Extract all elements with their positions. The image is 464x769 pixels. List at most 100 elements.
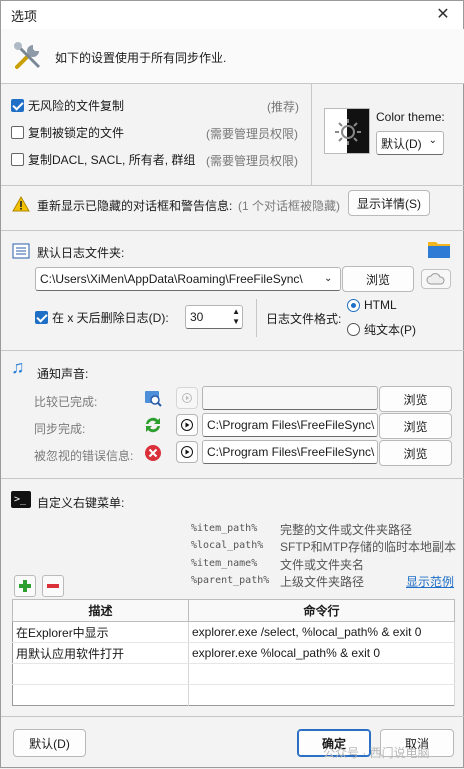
cloud-icon[interactable]	[421, 269, 451, 289]
log-folder-title: 默认日志文件夹:	[37, 246, 125, 260]
color-theme-select[interactable]: 默认(D) ⌄	[376, 131, 444, 155]
color-theme-label: Color theme:	[376, 110, 445, 124]
music-note-icon: ♫	[11, 357, 25, 377]
play-icon	[181, 446, 193, 458]
log-section: 默认日志文件夹: C:\Users\XiMen\AppData\Roaming\…	[1, 230, 464, 346]
color-theme-value: 默认(D)	[381, 136, 422, 151]
macro-desc: SFTP和MTP存储的临时本地副本	[280, 540, 456, 554]
header-section: 如下的设置使用于所有同步作业.	[1, 29, 464, 83]
watermark-text: 公众号 · 西门说电脑	[323, 746, 430, 760]
checkbox-delete-logs[interactable]	[35, 311, 48, 324]
header-description: 如下的设置使用于所有同步作业.	[55, 51, 227, 65]
error-icon	[145, 445, 161, 461]
divider	[256, 299, 257, 337]
options-dialog: 选项 ✕ 如下的设置使用于所有同步作业. 无风险的文件复制 (推荐) 复制被锁定…	[0, 0, 464, 768]
option-copy-locked[interactable]: 复制被锁定的文件	[11, 124, 124, 141]
table-cell[interactable]: 用默认应用软件打开	[12, 642, 189, 664]
terminal-icon: >_	[11, 491, 31, 508]
context-menu-title: 自定义右键菜单:	[37, 496, 125, 510]
option-label: 复制DACL, SACL, 所有者, 群组	[28, 153, 196, 167]
checkbox-copy-permissions[interactable]	[11, 153, 24, 166]
play-compare-sound-button[interactable]	[176, 387, 198, 409]
radio-html[interactable]	[347, 298, 360, 312]
sound-label-sync: 同步完成:	[34, 422, 86, 436]
column-header-command[interactable]: 命令行	[188, 599, 455, 622]
warnings-section: 重新显示已隐藏的对话框和警告信息: (1 个对话框被隐藏) 显示详情(S)	[1, 185, 464, 223]
format-html-label: HTML	[364, 298, 397, 312]
option-hint: (需要管理员权限)	[206, 154, 298, 168]
sound-path-compare-input[interactable]	[202, 386, 378, 410]
show-details-button[interactable]: 显示详情(S)	[348, 190, 430, 216]
days-stepper[interactable]: 30 ▲ ▼	[185, 305, 243, 329]
footer: 默认(D) 确定 取消 公众号 · 西门说电脑	[1, 716, 464, 769]
sound-label-compare: 比较已完成:	[34, 395, 98, 409]
table-cell[interactable]: explorer.exe %local_path% & exit 0	[188, 642, 455, 664]
chevron-down-icon: ⌄	[428, 135, 437, 146]
divider	[311, 84, 312, 186]
macro-desc: 上级文件夹路径	[280, 575, 365, 589]
option-label: 无风险的文件复制	[28, 99, 125, 113]
sound-path-errors: C:\Program Files\FreeFileSync\	[207, 445, 375, 459]
macro-name: %parent_path%	[191, 575, 270, 586]
checkbox-no-risk-copy[interactable]	[11, 99, 24, 112]
table-row-empty	[12, 684, 455, 706]
browse-sync-sound-button[interactable]: 浏览	[379, 413, 452, 439]
tools-icon	[14, 42, 41, 69]
format-text-label: 纯文本(P)	[364, 323, 416, 337]
context-menu-table[interactable]: 描述 命令行 在Explorer中显示 explorer.exe /select…	[12, 599, 455, 706]
option-hint: (需要管理员权限)	[206, 127, 298, 141]
browse-compare-sound-button[interactable]: 浏览	[379, 386, 452, 412]
compare-icon	[145, 391, 162, 407]
sound-path-sync-input[interactable]: C:\Program Files\FreeFileSync\	[202, 413, 378, 437]
list-icon	[12, 243, 30, 259]
format-html-radio[interactable]: HTML	[347, 298, 397, 312]
plus-icon	[19, 580, 31, 592]
color-theme-icon	[324, 108, 370, 154]
remove-row-button[interactable]	[42, 575, 64, 597]
days-value: 30	[190, 310, 204, 324]
show-examples-link[interactable]: 显示范例	[406, 573, 454, 590]
format-text-radio[interactable]: 纯文本(P)	[347, 321, 416, 338]
log-format-label: 日志文件格式:	[266, 312, 342, 326]
hidden-dialog-count: (1 个对话框被隐藏)	[238, 199, 341, 213]
sound-path-errors-input[interactable]: C:\Program Files\FreeFileSync\	[202, 440, 378, 464]
close-icon[interactable]: ✕	[433, 5, 453, 25]
add-row-button[interactable]	[14, 575, 36, 597]
sync-icon	[146, 417, 160, 433]
window-title: 选项	[11, 8, 38, 24]
minus-icon	[47, 584, 59, 588]
delete-logs-option[interactable]: 在 x 天后删除日志(D):	[35, 309, 169, 326]
checkbox-copy-locked[interactable]	[11, 126, 24, 139]
stepper-arrows-icon[interactable]: ▲ ▼	[232, 307, 240, 327]
chevron-down-icon: ⌄	[324, 268, 340, 290]
log-folder-path: C:\Users\XiMen\AppData\Roaming\FreeFileS…	[40, 272, 303, 286]
table-header-row: 描述 命令行	[12, 599, 455, 622]
warnings-text: 重新显示已隐藏的对话框和警告信息:	[37, 199, 233, 213]
play-icon	[181, 419, 193, 431]
column-header-description[interactable]: 描述	[12, 599, 189, 622]
option-no-risk-copy[interactable]: 无风险的文件复制	[11, 97, 124, 114]
play-error-sound-button[interactable]	[176, 441, 198, 463]
folder-icon[interactable]	[427, 238, 451, 260]
log-folder-input[interactable]: C:\Users\XiMen\AppData\Roaming\FreeFileS…	[35, 267, 341, 291]
radio-text[interactable]	[347, 323, 360, 336]
options-section: 无风险的文件复制 (推荐) 复制被锁定的文件 (需要管理员权限) 复制DACL,…	[1, 83, 464, 186]
option-hint: (推荐)	[267, 100, 299, 114]
table-row[interactable]: 在Explorer中显示 explorer.exe /select, %loca…	[12, 621, 455, 643]
option-copy-permissions[interactable]: 复制DACL, SACL, 所有者, 群组	[11, 151, 195, 168]
table-cell[interactable]: 在Explorer中显示	[12, 621, 189, 643]
table-row-empty	[12, 663, 455, 685]
macro-name: %local_path%	[191, 540, 264, 551]
sounds-section: ♫ 通知声音: 比较已完成: 浏览 同步完成: C:\Program Files…	[1, 350, 464, 478]
play-sync-sound-button[interactable]	[176, 414, 198, 436]
log-browse-button[interactable]: 浏览	[342, 266, 414, 292]
table-row[interactable]: 用默认应用软件打开 explorer.exe %local_path% & ex…	[12, 642, 455, 664]
sounds-title: 通知声音:	[37, 367, 89, 381]
default-button[interactable]: 默认(D)	[13, 729, 86, 757]
warning-icon	[12, 196, 30, 212]
table-cell[interactable]: explorer.exe /select, %local_path% & exi…	[188, 621, 455, 643]
browse-error-sound-button[interactable]: 浏览	[379, 440, 452, 466]
title-bar: 选项 ✕	[1, 1, 463, 29]
macro-desc: 完整的文件或文件夹路径	[280, 523, 413, 537]
macro-name: %item_name%	[191, 558, 258, 569]
